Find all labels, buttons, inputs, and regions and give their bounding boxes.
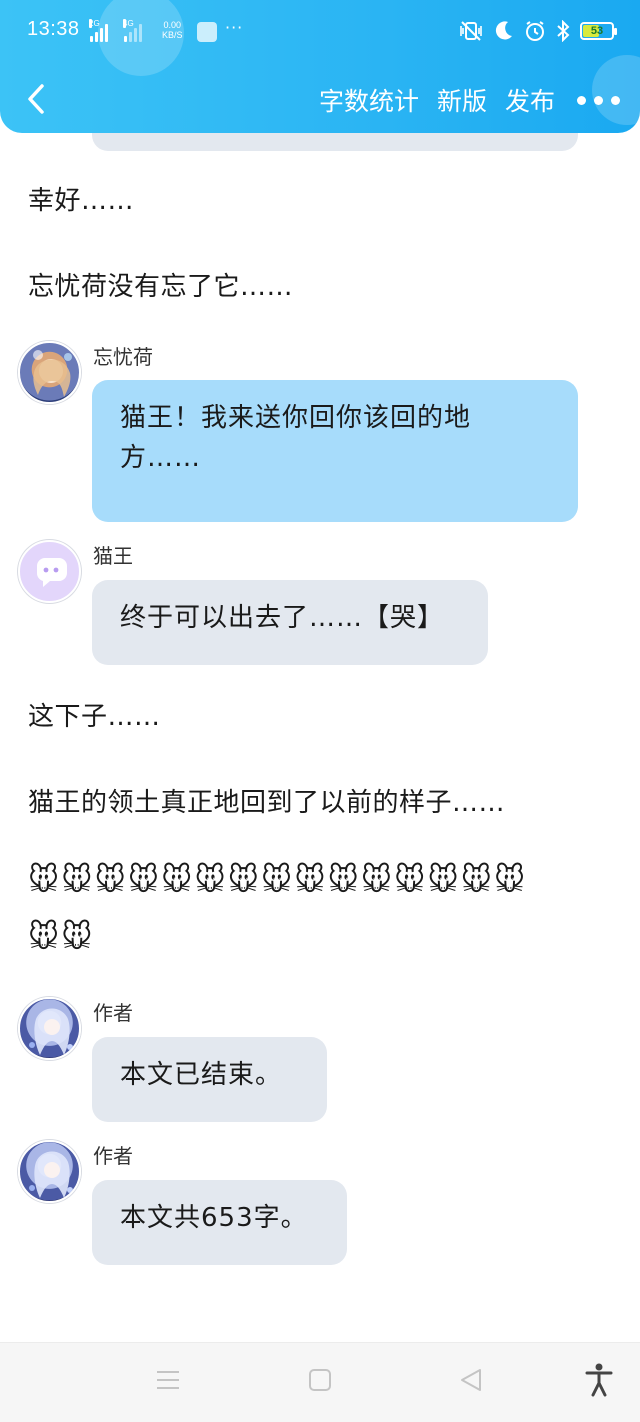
- avatar[interactable]: [18, 540, 81, 603]
- alarm-icon: [526, 21, 544, 41]
- accessibility-icon[interactable]: [585, 1363, 613, 1397]
- network-speed: 0.00 KB/S: [162, 20, 183, 40]
- moon-icon: [495, 21, 512, 40]
- signal-icon: 2G: [89, 19, 108, 42]
- system-navigation-bar: [0, 1342, 640, 1422]
- narration-text: 这下子……: [28, 702, 161, 732]
- message-text: 方……: [120, 443, 202, 474]
- chat-bubble-icon: [36, 558, 67, 587]
- previous-message-bubble: [92, 133, 578, 151]
- network-speed-value: 0.00: [163, 20, 182, 30]
- emoji-row: 🐭🐭: [28, 920, 95, 955]
- status-more-indicator: ···: [225, 18, 244, 37]
- avatar[interactable]: [18, 341, 81, 404]
- narration-text: 猫王的领土真正地回到了以前的样子……: [28, 788, 506, 818]
- network-type-label: 4G: [123, 19, 134, 28]
- avatar[interactable]: [18, 1140, 81, 1203]
- character-portrait: [29, 1151, 73, 1198]
- bluetooth-icon: [557, 20, 570, 42]
- message-text: 本文已结束。: [120, 1060, 283, 1090]
- message-text: 本文共653字。: [120, 1203, 308, 1233]
- avatar[interactable]: [18, 997, 81, 1060]
- layers-icon: [197, 22, 217, 42]
- new-version-button[interactable]: 新版: [437, 82, 487, 118]
- more-options-icon[interactable]: [573, 95, 620, 105]
- vibrate-off-icon: [460, 21, 482, 41]
- status-time: 13:38: [27, 18, 80, 40]
- message-bubble[interactable]: 终于可以出去了……【哭】: [92, 580, 488, 665]
- emoji-row: 🐭🐭🐭🐭🐭🐭🐭🐭🐭🐭🐭🐭🐭🐭🐭: [28, 863, 528, 898]
- app-header: 13:38 2G 4G 0.00 KB/S ··· 53 字数统计 新版 发布: [0, 0, 640, 133]
- message-text: 猫王！我来送你回你该回的地: [120, 403, 472, 433]
- signal-icon: 4G: [123, 19, 142, 42]
- character-portrait: [33, 350, 72, 397]
- battery-level: 53: [590, 25, 604, 37]
- back-arrow-icon[interactable]: [22, 80, 52, 118]
- battery-icon: 53: [580, 22, 617, 40]
- speaker-name: 忘忧荷: [93, 345, 153, 369]
- status-bar: 13:38 2G 4G 0.00 KB/S ··· 53: [0, 16, 640, 50]
- network-type-label: 2G: [89, 19, 100, 28]
- message-bubble[interactable]: 本文共653字。: [92, 1180, 347, 1265]
- message-text: 终于可以出去了……【哭】: [120, 603, 445, 633]
- narration-text: 忘忧荷没有忘了它……: [28, 272, 294, 302]
- word-count-button[interactable]: 字数统计: [319, 82, 419, 118]
- narration-text: 幸好……: [28, 186, 135, 216]
- message-bubble[interactable]: 本文已结束。: [92, 1037, 327, 1122]
- speaker-name: 猫王: [93, 544, 133, 568]
- publish-button[interactable]: 发布: [505, 82, 555, 118]
- nav-actions: 字数统计 新版 发布: [319, 82, 620, 118]
- home-icon[interactable]: [308, 1367, 332, 1393]
- network-speed-unit: KB/S: [162, 30, 183, 40]
- back-icon[interactable]: [458, 1367, 484, 1393]
- character-portrait: [29, 1008, 73, 1055]
- speaker-name: 作者: [93, 1144, 133, 1168]
- status-right-icons: 53: [458, 20, 617, 42]
- message-bubble[interactable]: 猫王！我来送你回你该回的地 方……: [92, 380, 578, 522]
- speaker-name: 作者: [93, 1001, 133, 1025]
- top-nav: 字数统计 新版 发布: [0, 72, 640, 128]
- menu-icon[interactable]: [155, 1367, 181, 1393]
